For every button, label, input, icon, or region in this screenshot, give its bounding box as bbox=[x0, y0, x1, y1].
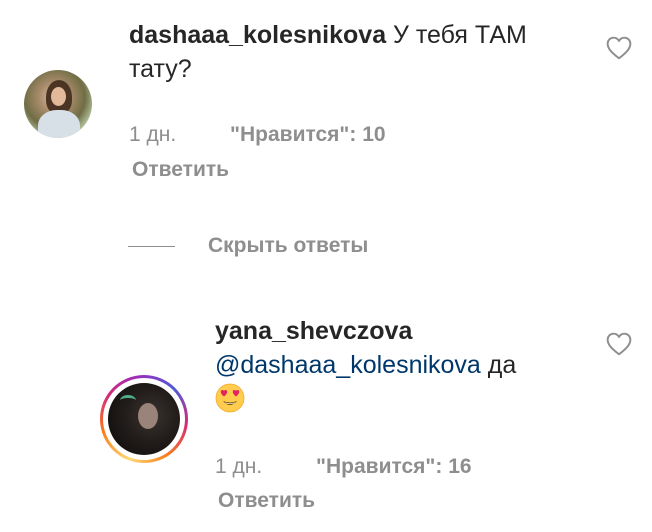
mention-link[interactable]: @dashaaa_kolesnikova bbox=[215, 351, 481, 379]
comment-body: да bbox=[487, 351, 517, 379]
avatar[interactable] bbox=[24, 70, 92, 138]
hide-replies-toggle[interactable]: Скрыть ответы bbox=[128, 234, 428, 262]
heart-eyes-emoji-icon bbox=[215, 383, 245, 413]
reply-item: yana_shevczova @dashaaa_kolesnikova да 1… bbox=[0, 300, 652, 532]
avatar-photo-crown bbox=[120, 395, 136, 406]
reply-button[interactable]: Ответить bbox=[218, 489, 315, 513]
comment-time: 1 дн. bbox=[129, 123, 177, 146]
comment-username[interactable]: dashaaa_kolesnikova bbox=[129, 21, 386, 49]
hide-replies-label[interactable]: Скрыть ответы bbox=[208, 234, 368, 258]
avatar-photo-body bbox=[38, 110, 80, 138]
comment-likes[interactable]: "Нравится": 16 bbox=[316, 455, 472, 478]
comment-text: yana_shevczova @dashaaa_kolesnikova да bbox=[215, 314, 595, 416]
avatar-photo-face bbox=[138, 403, 158, 429]
comment-meta: 1 дн. "Нравится": 10 bbox=[129, 123, 386, 147]
comment-meta: 1 дн. "Нравится": 16 bbox=[215, 455, 472, 479]
comment-time: 1 дн. bbox=[215, 455, 263, 478]
reply-button[interactable]: Ответить bbox=[132, 158, 229, 182]
comment-likes[interactable]: "Нравится": 10 bbox=[230, 123, 386, 146]
comment-username[interactable]: yana_shevczova bbox=[215, 317, 412, 345]
comment-text: dashaaa_kolesnikova У тебя ТАМ тату? bbox=[129, 18, 591, 86]
avatar[interactable] bbox=[108, 383, 180, 455]
heart-icon[interactable] bbox=[606, 332, 632, 356]
avatar-photo-face bbox=[51, 87, 66, 106]
heart-icon[interactable] bbox=[606, 36, 632, 60]
divider bbox=[128, 246, 175, 247]
comment-item: dashaaa_kolesnikova У тебя ТАМ тату? 1 д… bbox=[0, 0, 652, 200]
